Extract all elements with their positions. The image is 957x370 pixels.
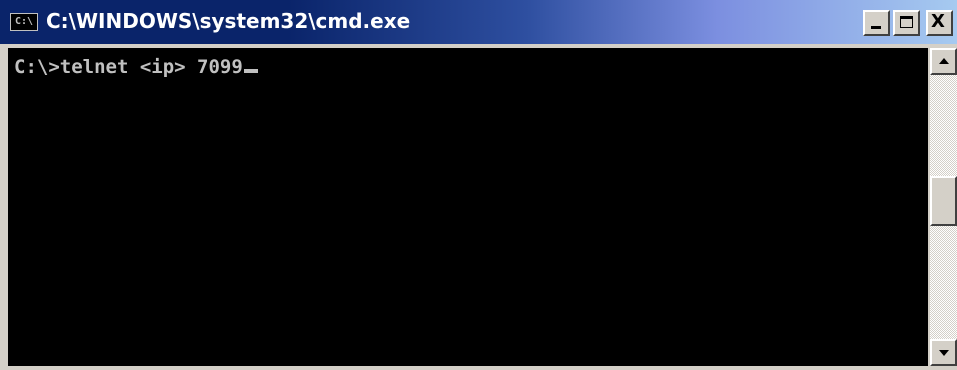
cmd-window: C:\ C:\WINDOWS\system32\cmd.exe X C:\>te… xyxy=(0,0,957,370)
icon-label: C:\ xyxy=(14,16,34,27)
minimize-button[interactable] xyxy=(863,10,890,36)
console-line: C:\>telnet <ip> 7099 xyxy=(14,56,258,78)
scrollbar-thumb[interactable] xyxy=(930,176,957,226)
minimize-icon xyxy=(871,26,881,29)
window-title: C:\WINDOWS\system32\cmd.exe xyxy=(46,9,411,33)
scroll-down-arrow-icon xyxy=(939,350,949,356)
command-text: C:\>telnet <ip> 7099 xyxy=(14,56,243,78)
scroll-up-arrow-icon xyxy=(939,58,949,64)
close-button[interactable]: X xyxy=(926,10,953,36)
vertical-scrollbar[interactable] xyxy=(930,48,957,366)
close-icon: X xyxy=(931,11,945,32)
maximize-icon xyxy=(900,16,913,28)
maximize-button[interactable] xyxy=(893,10,920,36)
cmd-console-icon[interactable]: C:\ xyxy=(10,13,38,31)
text-cursor xyxy=(243,69,258,73)
title-bar[interactable]: C:\ C:\WINDOWS\system32\cmd.exe X xyxy=(0,0,957,44)
scroll-down-button[interactable] xyxy=(930,339,957,366)
console-output[interactable]: C:\>telnet <ip> 7099 xyxy=(8,48,928,366)
scroll-up-button[interactable] xyxy=(930,48,957,75)
